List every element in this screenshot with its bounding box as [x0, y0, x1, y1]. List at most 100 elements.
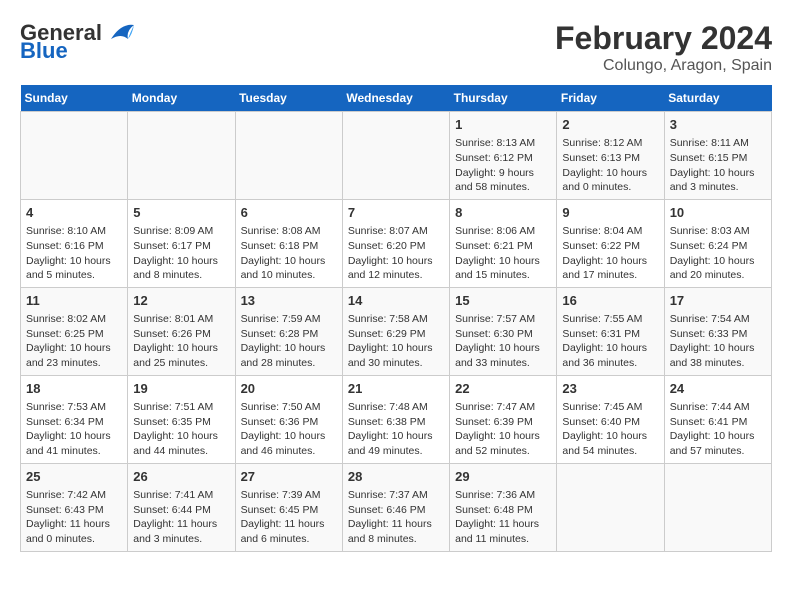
calendar-cell: [342, 112, 449, 200]
day-content: Sunrise: 7:37 AM Sunset: 6:46 PM Dayligh…: [348, 488, 444, 547]
calendar-cell: 12Sunrise: 8:01 AM Sunset: 6:26 PM Dayli…: [128, 287, 235, 375]
calendar-week-5: 25 Sunrise: 7:42 AM Sunset: 6:43 PM Dayli…: [21, 463, 772, 551]
calendar-cell: 25 Sunrise: 7:42 AM Sunset: 6:43 PM Dayli…: [21, 463, 128, 551]
day-content: Sunrise: 8:08 AM Sunset: 6:18 PM Dayligh…: [241, 224, 337, 283]
calendar-cell: [557, 463, 664, 551]
calendar-cell: 8 Sunrise: 8:06 AM Sunset: 6:21 PM Daylig…: [450, 199, 557, 287]
day-header-friday: Friday: [557, 85, 664, 112]
calendar-week-2: 4 Sunrise: 8:10 AM Sunset: 6:16 PM Daylig…: [21, 199, 772, 287]
calendar-cell: 26Sunrise: 7:41 AM Sunset: 6:44 PM Dayli…: [128, 463, 235, 551]
day-content: Sunrise: 8:13 AM Sunset: 6:12 PM Dayligh…: [455, 136, 551, 195]
calendar-cell: 27 Sunrise: 7:39 AM Sunset: 6:45 PM Dayli…: [235, 463, 342, 551]
day-number: 2: [562, 116, 658, 134]
calendar-cell: 22 Sunrise: 7:47 AM Sunset: 6:39 PM Dayli…: [450, 375, 557, 463]
calendar-cell: [664, 463, 771, 551]
calendar-cell: 24 Sunrise: 7:44 AM Sunset: 6:41 PM Dayli…: [664, 375, 771, 463]
day-number: 15: [455, 292, 551, 310]
calendar-cell: 4 Sunrise: 8:10 AM Sunset: 6:16 PM Daylig…: [21, 199, 128, 287]
calendar-cell: 21 Sunrise: 7:48 AM Sunset: 6:38 PM Dayli…: [342, 375, 449, 463]
day-header-monday: Monday: [128, 85, 235, 112]
day-number: 9: [562, 204, 658, 222]
calendar-week-4: 18Sunrise: 7:53 AM Sunset: 6:34 PM Dayli…: [21, 375, 772, 463]
day-header-tuesday: Tuesday: [235, 85, 342, 112]
day-content: Sunrise: 7:44 AM Sunset: 6:41 PM Dayligh…: [670, 400, 766, 459]
calendar-cell: 2 Sunrise: 8:12 AM Sunset: 6:13 PM Daylig…: [557, 112, 664, 200]
day-header-wednesday: Wednesday: [342, 85, 449, 112]
day-content: Sunrise: 7:51 AM Sunset: 6:35 PM Dayligh…: [133, 400, 229, 459]
day-content: Sunrise: 7:39 AM Sunset: 6:45 PM Dayligh…: [241, 488, 337, 547]
calendar-cell: 15 Sunrise: 7:57 AM Sunset: 6:30 PM Dayli…: [450, 287, 557, 375]
day-number: 25: [26, 468, 122, 486]
calendar-cell: 19 Sunrise: 7:51 AM Sunset: 6:35 PM Dayli…: [128, 375, 235, 463]
page-header: General Blue February 2024 Colungo, Arag…: [20, 20, 772, 75]
day-content: Sunrise: 7:57 AM Sunset: 6:30 PM Dayligh…: [455, 312, 551, 371]
calendar-cell: 18Sunrise: 7:53 AM Sunset: 6:34 PM Dayli…: [21, 375, 128, 463]
calendar-cell: 5 Sunrise: 8:09 AM Sunset: 6:17 PM Daylig…: [128, 199, 235, 287]
calendar-cell: 3 Sunrise: 8:11 AM Sunset: 6:15 PM Daylig…: [664, 112, 771, 200]
day-number: 19: [133, 380, 229, 398]
day-header-sunday: Sunday: [21, 85, 128, 112]
day-content: Sunrise: 7:36 AM Sunset: 6:48 PM Dayligh…: [455, 488, 551, 547]
day-content: Sunrise: 7:42 AM Sunset: 6:43 PM Dayligh…: [26, 488, 122, 547]
calendar-cell: 20Sunrise: 7:50 AM Sunset: 6:36 PM Dayli…: [235, 375, 342, 463]
day-content: Sunrise: 8:11 AM Sunset: 6:15 PM Dayligh…: [670, 136, 766, 195]
calendar-week-3: 11Sunrise: 8:02 AM Sunset: 6:25 PM Dayli…: [21, 287, 772, 375]
calendar-cell: [21, 112, 128, 200]
day-content: Sunrise: 7:58 AM Sunset: 6:29 PM Dayligh…: [348, 312, 444, 371]
day-number: 13: [241, 292, 337, 310]
calendar-cell: 11Sunrise: 8:02 AM Sunset: 6:25 PM Dayli…: [21, 287, 128, 375]
day-number: 27: [241, 468, 337, 486]
day-content: Sunrise: 7:53 AM Sunset: 6:34 PM Dayligh…: [26, 400, 122, 459]
calendar-cell: 10 Sunrise: 8:03 AM Sunset: 6:24 PM Dayli…: [664, 199, 771, 287]
day-header-saturday: Saturday: [664, 85, 771, 112]
day-number: 8: [455, 204, 551, 222]
calendar-cell: 7 Sunrise: 8:07 AM Sunset: 6:20 PM Daylig…: [342, 199, 449, 287]
day-content: Sunrise: 7:50 AM Sunset: 6:36 PM Dayligh…: [241, 400, 337, 459]
day-content: Sunrise: 7:55 AM Sunset: 6:31 PM Dayligh…: [562, 312, 658, 371]
day-content: Sunrise: 8:04 AM Sunset: 6:22 PM Dayligh…: [562, 224, 658, 283]
calendar-cell: 17 Sunrise: 7:54 AM Sunset: 6:33 PM Dayli…: [664, 287, 771, 375]
day-content: Sunrise: 8:06 AM Sunset: 6:21 PM Dayligh…: [455, 224, 551, 283]
logo: General Blue: [20, 20, 136, 64]
day-number: 3: [670, 116, 766, 134]
day-content: Sunrise: 8:03 AM Sunset: 6:24 PM Dayligh…: [670, 224, 766, 283]
day-content: Sunrise: 7:48 AM Sunset: 6:38 PM Dayligh…: [348, 400, 444, 459]
calendar-cell: 9 Sunrise: 8:04 AM Sunset: 6:22 PM Daylig…: [557, 199, 664, 287]
calendar-subtitle: Colungo, Aragon, Spain: [555, 57, 772, 75]
day-number: 14: [348, 292, 444, 310]
day-header-thursday: Thursday: [450, 85, 557, 112]
calendar-cell: 14 Sunrise: 7:58 AM Sunset: 6:29 PM Dayli…: [342, 287, 449, 375]
day-content: Sunrise: 7:54 AM Sunset: 6:33 PM Dayligh…: [670, 312, 766, 371]
day-number: 22: [455, 380, 551, 398]
day-content: Sunrise: 7:45 AM Sunset: 6:40 PM Dayligh…: [562, 400, 658, 459]
day-number: 12: [133, 292, 229, 310]
calendar-cell: 1Sunrise: 8:13 AM Sunset: 6:12 PM Daylig…: [450, 112, 557, 200]
calendar-table: SundayMondayTuesdayWednesdayThursdayFrid…: [20, 85, 772, 552]
day-content: Sunrise: 8:10 AM Sunset: 6:16 PM Dayligh…: [26, 224, 122, 283]
day-number: 5: [133, 204, 229, 222]
day-content: Sunrise: 7:47 AM Sunset: 6:39 PM Dayligh…: [455, 400, 551, 459]
calendar-cell: 29Sunrise: 7:36 AM Sunset: 6:48 PM Dayli…: [450, 463, 557, 551]
day-number: 10: [670, 204, 766, 222]
calendar-cell: 23 Sunrise: 7:45 AM Sunset: 6:40 PM Dayli…: [557, 375, 664, 463]
day-number: 24: [670, 380, 766, 398]
day-content: Sunrise: 8:12 AM Sunset: 6:13 PM Dayligh…: [562, 136, 658, 195]
day-number: 6: [241, 204, 337, 222]
calendar-cell: 28Sunrise: 7:37 AM Sunset: 6:46 PM Dayli…: [342, 463, 449, 551]
calendar-cell: [128, 112, 235, 200]
day-number: 21: [348, 380, 444, 398]
day-content: Sunrise: 7:59 AM Sunset: 6:28 PM Dayligh…: [241, 312, 337, 371]
day-number: 7: [348, 204, 444, 222]
logo-bird-icon: [106, 21, 136, 43]
calendar-title: February 2024: [555, 20, 772, 57]
day-content: Sunrise: 7:41 AM Sunset: 6:44 PM Dayligh…: [133, 488, 229, 547]
day-number: 16: [562, 292, 658, 310]
day-number: 4: [26, 204, 122, 222]
calendar-cell: [235, 112, 342, 200]
day-content: Sunrise: 8:07 AM Sunset: 6:20 PM Dayligh…: [348, 224, 444, 283]
day-number: 17: [670, 292, 766, 310]
calendar-week-1: 1Sunrise: 8:13 AM Sunset: 6:12 PM Daylig…: [21, 112, 772, 200]
day-content: Sunrise: 8:09 AM Sunset: 6:17 PM Dayligh…: [133, 224, 229, 283]
day-content: Sunrise: 8:02 AM Sunset: 6:25 PM Dayligh…: [26, 312, 122, 371]
day-number: 23: [562, 380, 658, 398]
